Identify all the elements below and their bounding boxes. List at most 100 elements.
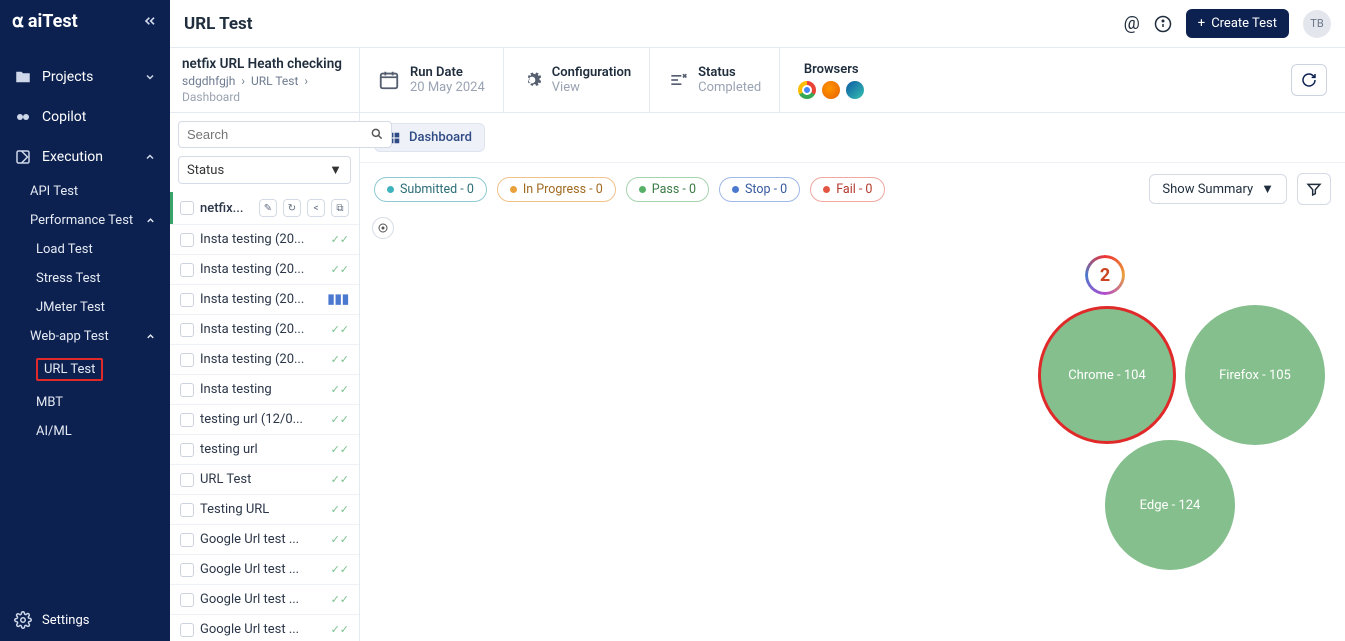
test-row[interactable]: testing url (12/0... ✓✓ — [170, 405, 359, 435]
test-name: testing url (12/0... — [200, 412, 325, 427]
bubble-firefox[interactable]: Firefox - 105 — [1185, 305, 1325, 445]
meta-configuration[interactable]: ConfigurationView — [504, 48, 650, 112]
filter-icon — [668, 70, 688, 90]
copy-icon[interactable]: ⧉ — [331, 199, 349, 217]
test-row[interactable]: netfix... ✎ ↻ < ⧉ — [170, 192, 359, 225]
search-icon[interactable] — [370, 127, 384, 141]
nav-execution[interactable]: Execution — [0, 138, 170, 176]
bubble-chrome[interactable]: Chrome - 104 — [1040, 308, 1174, 442]
checkbox[interactable] — [180, 593, 194, 607]
meta-browsers: Browsers — [780, 48, 882, 112]
nav-settings[interactable]: Settings — [0, 599, 170, 641]
test-row[interactable]: Google Url test ...✓✓ — [170, 585, 359, 615]
gear-icon — [522, 70, 542, 90]
checkbox[interactable] — [180, 533, 194, 547]
status-filter[interactable]: Status ▼ — [178, 156, 351, 184]
bubble-edge[interactable]: Edge - 124 — [1105, 440, 1235, 570]
nav-api-test[interactable]: API Test — [0, 178, 170, 205]
search-input[interactable] — [178, 121, 392, 148]
nav-load-test[interactable]: Load Test — [0, 236, 170, 263]
checkbox[interactable] — [180, 383, 194, 397]
page-title: URL Test — [184, 14, 253, 34]
test-name: Google Url test ... — [200, 562, 325, 577]
test-row[interactable]: Google Url test ...✓✓ — [170, 615, 359, 641]
locate-button[interactable] — [372, 217, 394, 239]
chip-inprogress[interactable]: In Progress - 0 — [497, 177, 616, 202]
topbar: URL Test @ + Create Test TB — [170, 0, 1345, 48]
test-row[interactable]: Google Url test ... ✓✓ — [170, 555, 359, 585]
plus-icon: + — [1198, 16, 1205, 31]
checkbox[interactable] — [180, 293, 194, 307]
nav-performance-test[interactable]: Performance Test — [0, 207, 170, 234]
test-name: Google Url test ... — [200, 532, 325, 547]
chip-stop[interactable]: Stop - 0 — [719, 177, 800, 202]
annotation-2: 2 — [1085, 255, 1125, 295]
test-row[interactable]: Insta testing (20...▮▮▮ — [170, 285, 359, 315]
nav-projects[interactable]: Projects — [0, 58, 170, 96]
checkbox[interactable] — [180, 623, 194, 637]
at-icon[interactable]: @ — [1124, 13, 1140, 34]
checkbox[interactable] — [180, 563, 194, 577]
test-row[interactable]: Insta testing (20...✓✓ — [170, 225, 359, 255]
test-row[interactable]: URL Test ✓✓ — [170, 465, 359, 495]
calendar-icon — [378, 69, 400, 91]
test-name: URL Test — [200, 472, 325, 487]
chevron-down-icon — [144, 71, 156, 83]
checkbox[interactable] — [180, 233, 194, 247]
nav-jmeter-test[interactable]: JMeter Test — [0, 294, 170, 321]
test-row[interactable]: Insta testing (20...✓✓ — [170, 315, 359, 345]
checkbox[interactable] — [180, 323, 194, 337]
edit-icon[interactable]: ✎ — [259, 199, 277, 217]
share-icon[interactable]: < — [307, 199, 325, 217]
chip-submitted[interactable]: Submitted - 0 — [374, 177, 487, 202]
checkbox[interactable] — [180, 413, 194, 427]
test-row[interactable]: Testing URL✓✓ — [170, 495, 359, 525]
test-name: Insta testing (20... — [200, 262, 325, 277]
checkbox[interactable] — [180, 473, 194, 487]
checkbox[interactable] — [180, 503, 194, 517]
chrome-icon — [798, 81, 816, 99]
test-row[interactable]: testing url✓✓ — [170, 435, 359, 465]
nav-aiml[interactable]: AI/ML — [0, 418, 170, 445]
chevron-up-icon — [145, 215, 156, 226]
rerun-icon[interactable]: ↻ — [283, 199, 301, 217]
user-avatar[interactable]: TB — [1303, 10, 1331, 38]
status-pass-icon: ✓✓ — [331, 473, 349, 486]
sidebar-collapse-icon[interactable] — [142, 13, 158, 29]
checkbox[interactable] — [180, 201, 194, 215]
test-name: netfix... — [200, 201, 253, 216]
test-name: netfix URL Heath checking — [182, 56, 347, 72]
chip-pass[interactable]: Pass - 0 — [626, 177, 709, 202]
logo[interactable]: ⍺aiTest — [12, 11, 78, 32]
chevron-up-icon — [145, 331, 156, 342]
test-row[interactable]: Insta testing (20...✓✓ — [170, 255, 359, 285]
status-pass-icon: ✓✓ — [331, 383, 349, 396]
status-pass-icon: ✓✓ — [331, 623, 349, 636]
refresh-button[interactable] — [1291, 64, 1327, 96]
info-icon[interactable] — [1154, 15, 1172, 33]
status-pass-icon: ✓✓ — [331, 353, 349, 366]
breadcrumb[interactable]: sdgdhfgjh›URL Test› — [182, 74, 347, 88]
chevron-up-icon — [144, 151, 156, 163]
checkbox[interactable] — [180, 263, 194, 277]
create-test-button[interactable]: + Create Test — [1186, 9, 1289, 38]
status-pass-icon: ✓✓ — [331, 413, 349, 426]
test-name: Google Url test ... — [200, 592, 325, 607]
nav-stress-test[interactable]: Stress Test — [0, 265, 170, 292]
meta-row: netfix URL Heath checking sdgdhfgjh›URL … — [170, 48, 1345, 113]
nav-copilot[interactable]: Copilot — [0, 98, 170, 136]
checkbox[interactable] — [180, 353, 194, 367]
checkbox[interactable] — [180, 443, 194, 457]
show-summary-button[interactable]: Show Summary ▼ — [1149, 174, 1287, 204]
test-row[interactable]: Insta testing✓✓ — [170, 375, 359, 405]
status-pass-icon: ✓✓ — [331, 563, 349, 576]
test-row[interactable]: Google Url test ...✓✓ — [170, 525, 359, 555]
nav-mbt[interactable]: MBT — [0, 389, 170, 416]
chip-fail[interactable]: Fail - 0 — [810, 177, 885, 202]
canvas: Dashboard Submitted - 0 In Progress - 0 … — [360, 113, 1345, 641]
sidebar: ⍺aiTest Projects Copilot Execution API T… — [0, 0, 170, 641]
test-row[interactable]: Insta testing (20...✓✓ — [170, 345, 359, 375]
filter-button[interactable] — [1297, 173, 1331, 205]
nav-webapp-test[interactable]: Web-app Test — [0, 323, 170, 350]
nav-url-test[interactable]: URL Test 1 — [0, 352, 170, 387]
